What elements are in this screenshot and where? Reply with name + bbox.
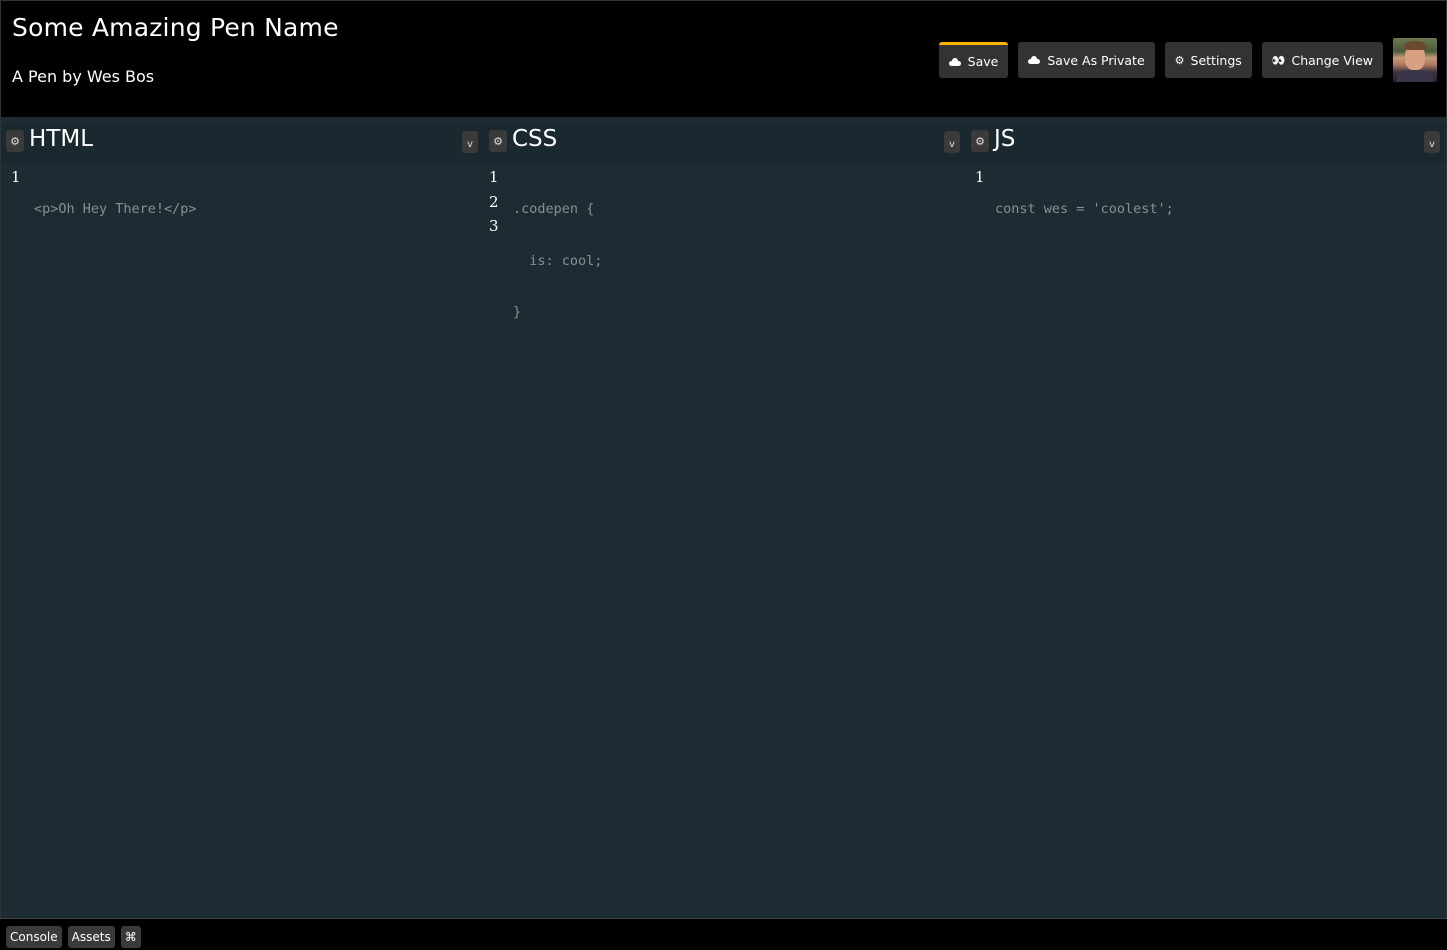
line-number: 1: [11, 168, 21, 186]
js-code-area[interactable]: 1 const wes = 'coolest';: [966, 167, 1446, 918]
code-line[interactable]: .codepen {: [513, 199, 602, 219]
html-settings-gear-icon[interactable]: ⚙: [6, 130, 24, 152]
js-editor-header: ⚙ JS v: [966, 123, 1446, 163]
js-editor: ⚙ JS v 1 const wes = 'coolest';: [966, 117, 1446, 918]
css-settings-gear-icon[interactable]: ⚙: [489, 130, 507, 152]
save-button[interactable]: Save: [938, 42, 1009, 78]
html-gutter: 1: [11, 167, 29, 192]
code-line[interactable]: is: cool;: [513, 251, 602, 271]
assets-button[interactable]: Assets: [67, 925, 115, 948]
html-editor-header: ⚙ HTML v: [1, 123, 484, 163]
code-line[interactable]: <p>Oh Hey There!</p>: [34, 199, 197, 219]
change-view-label: Change View: [1291, 52, 1374, 68]
keyboard-shortcuts-icon[interactable]: ⌘: [120, 925, 141, 948]
eyes-icon: 👀: [1271, 53, 1286, 67]
settings-button[interactable]: ⚙ Settings: [1164, 42, 1252, 78]
gear-icon: ⚙: [1174, 53, 1185, 67]
console-button[interactable]: Console: [6, 925, 62, 948]
save-as-private-label: Save As Private: [1047, 52, 1145, 68]
css-code-area[interactable]: 1 2 3 .codepen { is: cool; }: [484, 167, 966, 918]
js-gutter: 1: [975, 167, 993, 192]
user-avatar[interactable]: [1393, 38, 1437, 82]
html-code-lines[interactable]: <p>Oh Hey There!</p>: [34, 167, 197, 251]
pen-title[interactable]: Some Amazing Pen Name: [12, 13, 339, 42]
css-editor-title: CSS: [512, 126, 558, 152]
html-code-area[interactable]: 1 <p>Oh Hey There!</p>: [1, 167, 484, 918]
settings-label: Settings: [1190, 52, 1242, 68]
css-collapse-chevron-icon[interactable]: v: [944, 131, 960, 153]
header-actions: Save Save As Private ⚙ Settings 👀 Change…: [938, 38, 1437, 82]
pen-byline: A Pen by Wes Bos: [12, 67, 155, 86]
html-editor: ⚙ HTML v 1 <p>Oh Hey There!</p>: [1, 117, 484, 918]
code-line[interactable]: }: [513, 302, 602, 322]
css-gutter: 1 2 3: [489, 167, 507, 241]
line-number: 1: [489, 168, 499, 186]
line-number: 1: [975, 168, 985, 186]
css-editor-header: ⚙ CSS v: [484, 123, 966, 163]
js-code-lines[interactable]: const wes = 'coolest';: [995, 167, 1174, 251]
html-editor-title: HTML: [29, 126, 94, 152]
js-settings-gear-icon[interactable]: ⚙: [971, 130, 989, 152]
html-collapse-chevron-icon[interactable]: v: [462, 131, 478, 153]
save-as-private-button[interactable]: Save As Private: [1018, 42, 1155, 78]
change-view-button[interactable]: 👀 Change View: [1261, 42, 1383, 78]
code-line[interactable]: const wes = 'coolest';: [995, 199, 1174, 219]
css-code-lines[interactable]: .codepen { is: cool; }: [513, 167, 602, 354]
js-editor-title: JS: [994, 126, 1016, 152]
line-number: 3: [489, 217, 499, 235]
save-label: Save: [967, 54, 999, 69]
line-number: 2: [489, 192, 499, 211]
editor-panes: ⚙ HTML v 1 <p>Oh Hey There!</p> ⚙ CSS v …: [0, 117, 1447, 918]
footer-bar: Console Assets ⌘: [0, 918, 1447, 950]
css-editor: ⚙ CSS v 1 2 3 .codepen { is: cool; }: [484, 117, 966, 918]
pen-header: Some Amazing Pen Name A Pen by Wes Bos S…: [0, 0, 1447, 117]
js-collapse-chevron-icon[interactable]: v: [1424, 131, 1440, 153]
cloud-icon: [1028, 56, 1041, 64]
cloud-icon: [948, 57, 961, 66]
